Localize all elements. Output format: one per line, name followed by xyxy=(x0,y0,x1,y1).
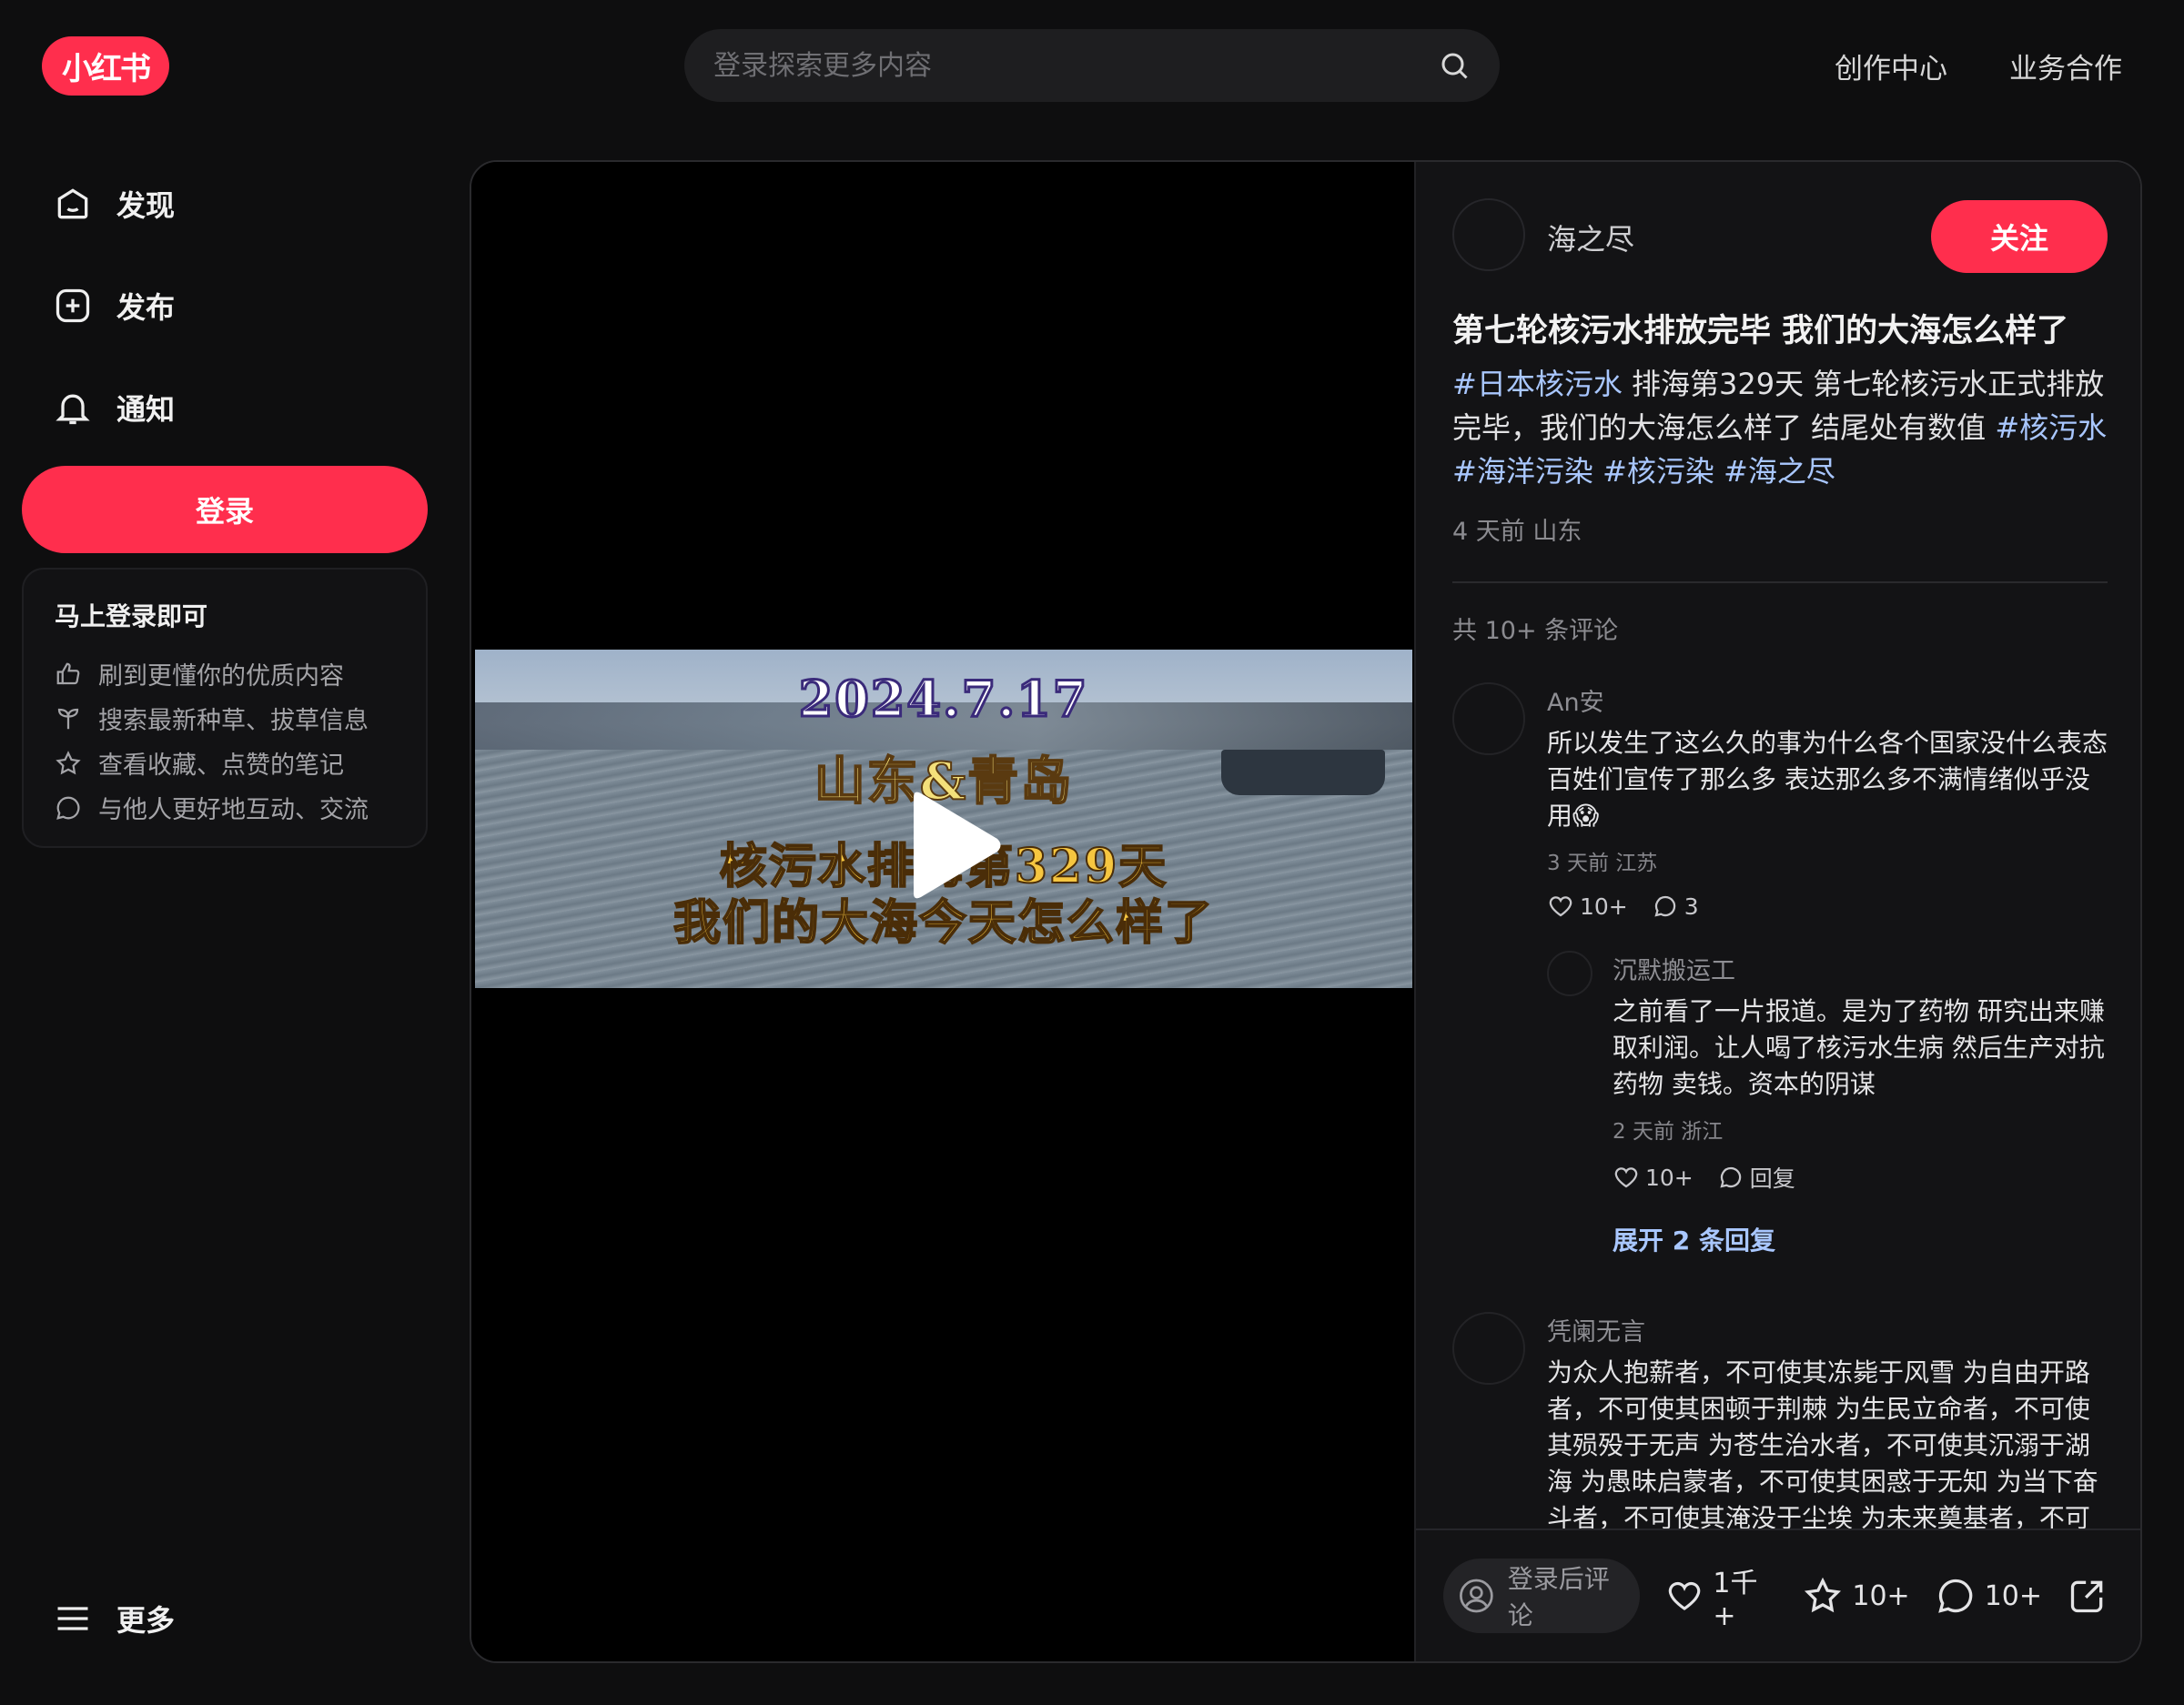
divider xyxy=(1452,581,2108,583)
like-count: 1千+ xyxy=(1713,1567,1758,1632)
benefit-text: 与他人更好地互动、交流 xyxy=(98,796,369,824)
benefit-row: 刷到更懂你的优质内容 xyxy=(55,651,395,696)
hashtag-link[interactable]: #海之尽 xyxy=(1724,454,1835,489)
plus-square-icon xyxy=(56,288,90,323)
avatar[interactable] xyxy=(1452,1312,1525,1385)
comment-input-placeholder: 登录后评论 xyxy=(1507,1564,1610,1630)
expand-replies-link[interactable]: 展开 2 条回复 xyxy=(1613,1221,2108,1257)
reply-label: 回复 xyxy=(1749,1165,1795,1192)
note-description: #日本核污水 排海第329天 第七轮核污水正式排放完毕，我们的大海怎么样了 结尾… xyxy=(1452,362,2108,493)
sidebar-item-publish[interactable]: 发布 xyxy=(53,278,175,333)
chat-icon xyxy=(1654,895,1675,917)
note-meta: 4 天前 山东 xyxy=(1452,518,1582,546)
heart-icon xyxy=(1669,1581,1701,1610)
comment-actions: 10+ 3 xyxy=(1547,893,2108,920)
reply-count: 3 xyxy=(1684,893,1699,920)
chat-icon xyxy=(56,796,80,820)
login-benefits-card: 马上登录即可 刷到更懂你的优质内容 搜索最新种草、拔草信息 查看收藏、点赞的笔记… xyxy=(22,568,428,848)
heart-icon xyxy=(1549,896,1572,917)
hashtag-link[interactable]: #核污水 xyxy=(1995,410,2107,445)
benefit-row: 搜索最新种草、拔草信息 xyxy=(55,696,395,741)
like-count: 10+ xyxy=(1580,893,1628,920)
video-frame[interactable]: 2024.7.17 山东&青岛 核污水排海第329天 我们的大海今天怎么样了 xyxy=(475,650,1412,988)
star-icon xyxy=(1805,1577,1842,1613)
benefit-text: 搜索最新种草、拔草信息 xyxy=(98,707,369,735)
comment-reply-button[interactable]: 3 xyxy=(1652,893,1699,920)
like-button[interactable]: 1千+ xyxy=(1665,1560,1777,1632)
play-icon[interactable] xyxy=(905,786,1005,904)
comment-button[interactable]: 10+ xyxy=(1936,1576,2042,1616)
comment-item: An安 所以发生了这么久的事为什么各个国家没什么表态 百姓们宣传了那么多 表达那… xyxy=(1452,682,2108,1257)
more-menu[interactable]: 更多 xyxy=(53,1598,175,1639)
search-icon[interactable] xyxy=(1438,49,1471,82)
comment-like-button[interactable]: 10+ xyxy=(1547,893,1628,920)
comment-text: 之前看了一片报道。是为了药物 研究出来赚取利润。让人喝了核污水生病 然后生产对抗… xyxy=(1613,996,2105,1099)
comment-text: 所以发生了这么久的事为什么各个国家没什么表态 百姓们宣传了那么多 表达那么多不满… xyxy=(1547,728,2108,831)
benefit-row: 与他人更好地互动、交流 xyxy=(55,785,395,830)
search-bar[interactable] xyxy=(684,29,1500,102)
like-count: 10+ xyxy=(1645,1164,1694,1191)
chat-icon xyxy=(1937,1579,1972,1613)
comment-count-bottom: 10+ xyxy=(1984,1579,2042,1612)
bell-icon xyxy=(56,394,90,425)
sidebar-item-label: 通知 xyxy=(116,392,176,427)
follow-button[interactable]: 关注 xyxy=(1931,200,2108,273)
heart-icon xyxy=(1614,1167,1638,1188)
note-title: 第七轮核污水排放完毕 我们的大海怎么样了 xyxy=(1452,313,2069,349)
chat-icon xyxy=(1720,1166,1741,1188)
share-icon xyxy=(2070,1580,2103,1613)
comment-input[interactable]: 登录后评论 xyxy=(1443,1559,1641,1633)
author-avatar[interactable] xyxy=(1452,198,1525,271)
creator-center-link[interactable]: 创作中心 xyxy=(1835,45,1947,86)
hashtag-link[interactable]: #核污染 xyxy=(1603,454,1714,489)
comment-username[interactable]: An安 xyxy=(1547,682,2108,718)
avatar[interactable] xyxy=(1452,682,1525,755)
star-icon xyxy=(56,750,81,774)
sidebar-item-label: 发现 xyxy=(116,188,176,223)
user-icon xyxy=(1460,1579,1493,1613)
comment-username[interactable]: 凭阑无言 xyxy=(1547,1312,2108,1347)
more-label: 更多 xyxy=(116,1603,176,1638)
collect-count: 10+ xyxy=(1852,1579,1910,1612)
sprout-icon xyxy=(57,708,79,729)
video-overlay-date: 2024.7.17 xyxy=(797,669,1089,730)
hashtag-link[interactable]: #日本核污水 xyxy=(1452,367,1623,401)
login-button[interactable]: 登录 xyxy=(22,466,428,553)
menu-icon xyxy=(57,1607,88,1630)
xiaohongshu-logo[interactable]: 小红书 xyxy=(42,36,169,96)
search-input[interactable] xyxy=(713,49,1438,82)
author-name[interactable]: 海之尽 xyxy=(1547,217,1634,258)
thumbs-up-icon xyxy=(56,662,80,684)
note-detail: 2024.7.17 山东&青岛 核污水排海第329天 我们的大海今天怎么样了 海… xyxy=(470,160,2142,1663)
business-link[interactable]: 业务合作 xyxy=(2009,45,2122,86)
comment-item: 凭阑无言 为众人抱薪者，不可使其冻毙于风雪 为自由开路者，不可使其困顿于荆棘 为… xyxy=(1452,1312,2108,1536)
comment-count: 共 10+ 条评论 xyxy=(1452,617,1619,645)
collect-button[interactable]: 10+ xyxy=(1803,1576,1910,1616)
note-scroll-area[interactable]: 第七轮核污水排放完毕 我们的大海怎么样了 #日本核污水 排海第329天 第七轮核… xyxy=(1416,298,2140,1536)
video-player[interactable]: 2024.7.17 山东&青岛 核污水排海第329天 我们的大海今天怎么样了 xyxy=(471,162,1414,1661)
avatar[interactable] xyxy=(1547,951,1592,996)
benefit-text: 查看收藏、点赞的笔记 xyxy=(98,752,344,780)
comment-time: 2 天前 浙江 xyxy=(1613,1120,1724,1144)
comment-actions: 10+ 回复 xyxy=(1613,1161,2108,1194)
comment-text: 为众人抱薪者，不可使其冻毙于风雪 为自由开路者，不可使其困顿于荆棘 为生民立命者… xyxy=(1547,1357,2098,1533)
comment-like-button[interactable]: 10+ xyxy=(1613,1164,1694,1191)
login-card-title: 马上登录即可 xyxy=(55,601,208,631)
sidebar-item-notifications[interactable]: 通知 xyxy=(53,380,175,435)
benefit-row: 查看收藏、点赞的笔记 xyxy=(55,741,395,785)
sidebar-item-discover[interactable]: 发现 xyxy=(53,177,175,231)
sidebar-item-label: 发布 xyxy=(116,290,176,325)
engagement-bar: 登录后评论 1千+ 10+ 10+ xyxy=(1416,1528,2140,1661)
comment-time: 3 天前 江苏 xyxy=(1547,852,1658,875)
benefit-text: 刷到更懂你的优质内容 xyxy=(98,662,344,691)
share-button[interactable] xyxy=(2068,1576,2117,1616)
comment-reply-button[interactable]: 回复 xyxy=(1717,1161,1795,1194)
reply-item: 沉默搬运工 之前看了一片报道。是为了药物 研究出来赚取利润。让人喝了核污水生病 … xyxy=(1547,951,2108,1257)
hashtag-link[interactable]: #海洋污染 xyxy=(1452,454,1593,489)
home-icon xyxy=(57,188,88,219)
comment-username[interactable]: 沉默搬运工 xyxy=(1613,951,2108,986)
note-sidebar: 海之尽 关注 第七轮核污水排放完毕 我们的大海怎么样了 #日本核污水 排海第32… xyxy=(1414,162,2140,1661)
